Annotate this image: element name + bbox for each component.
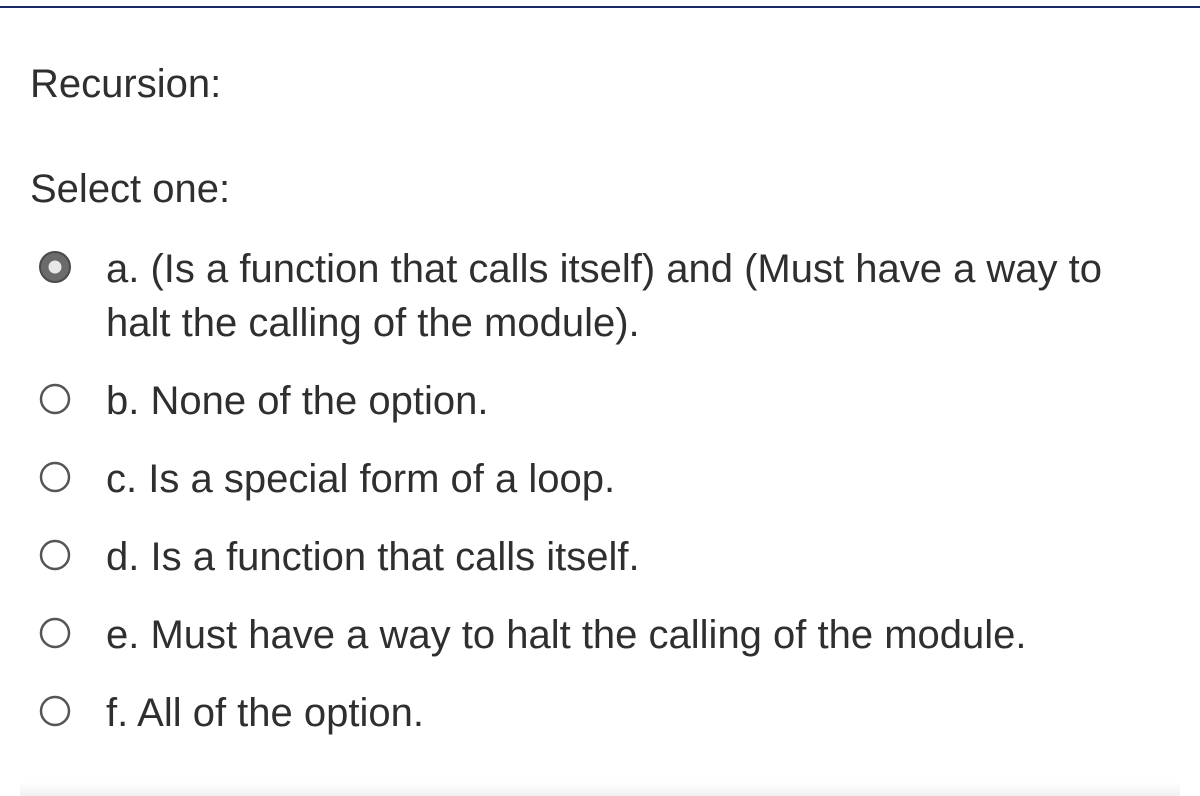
option-text-body: Must have a way to halt the calling of t… — [150, 613, 1026, 657]
option-label: d. Is a function that calls itself. — [106, 530, 1170, 584]
select-one-prompt: Select one: — [30, 167, 1170, 212]
option-letter: f. — [106, 691, 137, 735]
option-text-body: Is a function that calls itself. — [150, 535, 639, 579]
question-block: Recursion: Select one: a. (Is a function… — [0, 8, 1200, 752]
option-text-body: All of the option. — [137, 691, 424, 735]
option-label: e. Must have a way to halt the calling o… — [106, 608, 1170, 662]
option-d[interactable]: d. Is a function that calls itself. — [30, 518, 1170, 596]
option-letter: b. — [106, 379, 150, 423]
option-a[interactable]: a. (Is a function that calls itself) and… — [30, 230, 1170, 362]
option-label: f. All of the option. — [106, 686, 1170, 740]
option-e[interactable]: e. Must have a way to halt the calling o… — [30, 596, 1170, 674]
option-f[interactable]: f. All of the option. — [30, 674, 1170, 752]
option-letter: c. — [106, 457, 148, 501]
option-label: b. None of the option. — [106, 374, 1170, 428]
radio-icon[interactable] — [38, 382, 72, 416]
option-letter: d. — [106, 535, 150, 579]
radio-icon[interactable] — [38, 616, 72, 650]
option-c[interactable]: c. Is a special form of a loop. — [30, 440, 1170, 518]
radio-icon[interactable] — [38, 250, 72, 284]
option-letter: a. — [106, 247, 150, 291]
option-label: a. (Is a function that calls itself) and… — [106, 242, 1170, 350]
radio-icon[interactable] — [38, 460, 72, 494]
option-text-body: (Is a function that calls itself) and (M… — [106, 247, 1102, 345]
option-letter: e. — [106, 613, 150, 657]
option-text-body: None of the option. — [150, 379, 488, 423]
radio-icon[interactable] — [38, 694, 72, 728]
option-text-body: Is a special form of a loop. — [148, 457, 615, 501]
options-list: a. (Is a function that calls itself) and… — [30, 230, 1170, 752]
radio-icon[interactable] — [38, 538, 72, 572]
option-b[interactable]: b. None of the option. — [30, 362, 1170, 440]
option-label: c. Is a special form of a loop. — [106, 452, 1170, 506]
question-title: Recursion: — [30, 62, 1170, 107]
bottom-shadow — [20, 782, 1180, 796]
